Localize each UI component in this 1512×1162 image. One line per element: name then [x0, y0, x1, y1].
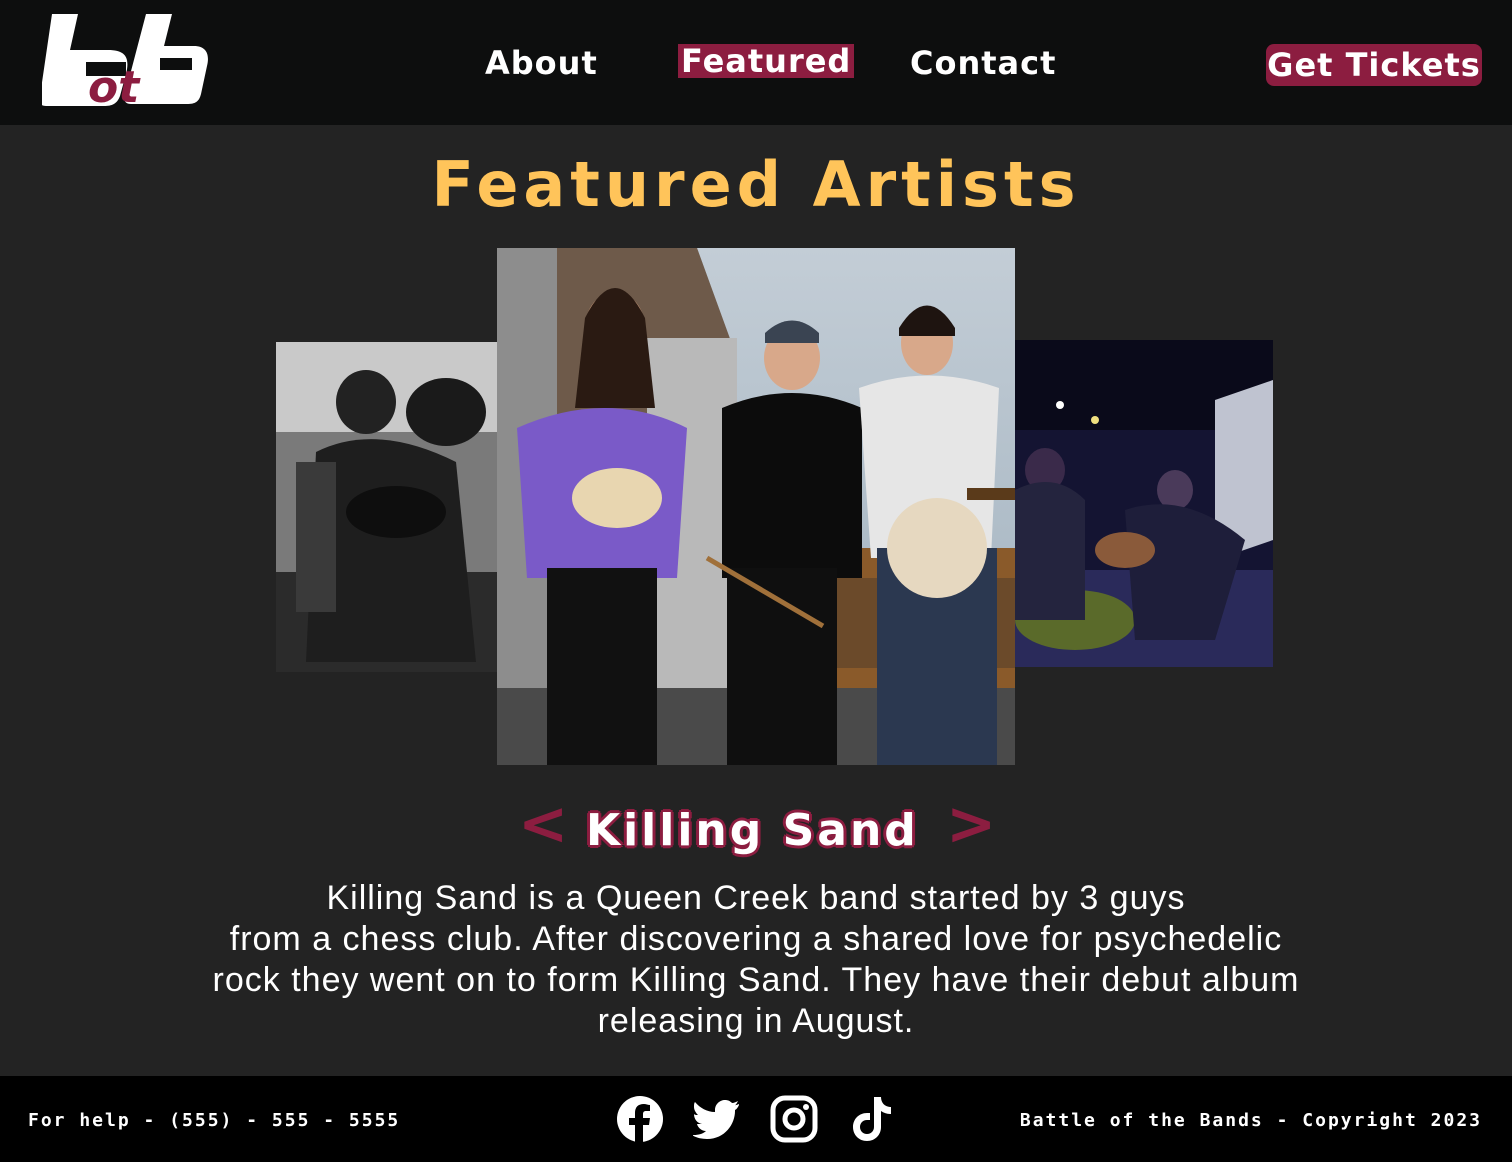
- facebook-icon[interactable]: [616, 1095, 664, 1143]
- artist-bio-line: from a chess club. After discovering a s…: [229, 920, 1283, 958]
- featured-artist-photo: [497, 248, 1015, 765]
- carousel-next-photo[interactable]: [1015, 340, 1273, 667]
- help-phone: For help - (555) - 555 - 5555: [28, 1110, 401, 1131]
- site-footer: For help - (555) - 555 - 5555 Battle of …: [0, 1076, 1512, 1162]
- instagram-icon[interactable]: [770, 1095, 818, 1143]
- carousel-prev-button[interactable]: <: [518, 792, 568, 856]
- page-title: Featured Artists: [431, 148, 1081, 221]
- nav-featured[interactable]: Featured: [678, 44, 855, 78]
- site-logo[interactable]: ot: [39, 12, 208, 113]
- artist-bio: Killing Sand is a Queen Creek band start…: [150, 878, 1362, 1042]
- carousel-prev-photo[interactable]: [276, 342, 498, 672]
- copyright-text: Battle of the Bands - Copyright 2023: [1019, 1110, 1482, 1131]
- tiktok-icon[interactable]: [848, 1095, 896, 1143]
- svg-text:ot: ot: [88, 62, 141, 106]
- twitter-icon[interactable]: [692, 1095, 741, 1143]
- site-header: ot About Featured Contact Get Tickets: [0, 0, 1512, 125]
- artist-bio-line: releasing in August.: [597, 1002, 915, 1040]
- nav-contact[interactable]: Contact: [910, 44, 1056, 82]
- artist-name: Killing Sand: [586, 805, 919, 856]
- carousel-next-button[interactable]: >: [946, 792, 996, 856]
- artist-bio-line: Killing Sand is a Queen Creek band start…: [326, 879, 1186, 917]
- get-tickets-button[interactable]: Get Tickets: [1266, 44, 1482, 86]
- artist-bio-line: rock they went on to form Killing Sand. …: [212, 961, 1300, 999]
- nav-about[interactable]: About: [485, 44, 598, 82]
